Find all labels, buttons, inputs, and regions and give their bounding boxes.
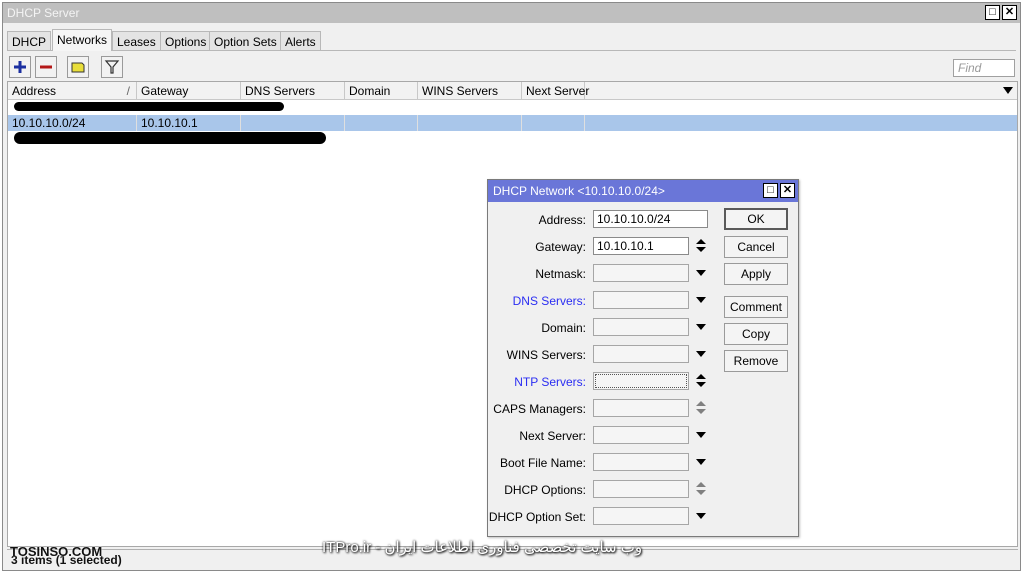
tab-options[interactable]: Options	[160, 31, 212, 51]
table-header: Address / Gateway DNS Servers Domain WINS…	[8, 82, 1017, 100]
cell-domain	[345, 115, 418, 131]
label-address: Address:	[538, 213, 586, 227]
cell-gateway: 10.10.10.1	[137, 115, 241, 131]
filter-button[interactable]	[101, 56, 123, 78]
ntp-servers-updown-icon[interactable]	[695, 374, 707, 388]
label-dhcp-option-set: DHCP Option Set:	[488, 510, 586, 524]
label-netmask: Netmask:	[535, 267, 586, 281]
label-dns-servers[interactable]: DNS Servers:	[488, 294, 586, 308]
domain-dropdown-icon[interactable]	[695, 320, 707, 334]
column-menu-icon[interactable]	[1003, 87, 1013, 95]
tab-divider	[7, 50, 1016, 51]
dns-servers-input[interactable]	[593, 291, 689, 309]
cancel-button[interactable]: Cancel	[724, 236, 788, 258]
remove-button[interactable]	[35, 56, 57, 78]
gateway-updown-icon[interactable]	[695, 239, 707, 253]
maximize-icon[interactable]: □	[763, 183, 778, 198]
table-row-selected[interactable]: 10.10.10.0/24 10.10.10.1	[8, 115, 1017, 131]
label-gateway: Gateway:	[535, 240, 586, 254]
column-wins-servers[interactable]: WINS Servers	[418, 82, 522, 100]
next-server-input[interactable]	[593, 426, 689, 444]
tab-dhcp[interactable]: DHCP	[7, 31, 52, 51]
ok-button[interactable]: OK	[724, 208, 788, 230]
cell-dns-servers	[241, 115, 345, 131]
close-icon[interactable]: ✕	[780, 183, 795, 198]
apply-button[interactable]: Apply	[724, 263, 788, 285]
redaction-mark	[14, 102, 284, 111]
column-dns-servers[interactable]: DNS Servers	[241, 82, 345, 100]
dhcp-option-set-input[interactable]	[593, 507, 689, 525]
column-address[interactable]: Address /	[8, 82, 137, 100]
tab-alerts[interactable]: Alerts	[280, 31, 321, 51]
label-boot-file-name: Boot File Name:	[499, 456, 586, 470]
table-row[interactable]	[8, 100, 1017, 116]
redaction-mark	[14, 132, 326, 144]
label-caps-managers: CAPS Managers:	[493, 402, 586, 416]
caps-managers-input[interactable]	[593, 399, 689, 417]
dhcp-options-input[interactable]	[593, 480, 689, 498]
remove-button[interactable]: Remove	[724, 350, 788, 372]
column-next-server[interactable]: Next Server	[522, 82, 589, 100]
dns-servers-dropdown-icon[interactable]	[695, 293, 707, 307]
dialog-titlebar[interactable]: DHCP Network <10.10.10.0/24> □ ✕	[488, 180, 798, 202]
note-icon	[71, 62, 85, 73]
dialog-title: DHCP Network <10.10.10.0/24>	[493, 184, 665, 198]
watermark-right: ITPro.ir - وب سایت تخصصی فناوری اطلاعات …	[322, 539, 643, 556]
tab-option-sets[interactable]: Option Sets	[209, 31, 282, 51]
label-dhcp-options: DHCP Options:	[504, 483, 586, 497]
dhcp-options-updown-icon[interactable]	[695, 482, 707, 496]
label-domain: Domain:	[541, 321, 586, 335]
column-gateway[interactable]: Gateway	[137, 82, 241, 100]
plus-icon	[14, 61, 26, 73]
ntp-servers-input[interactable]	[593, 372, 689, 390]
label-ntp-servers[interactable]: NTP Servers:	[488, 375, 586, 389]
dhcp-option-set-dropdown-icon[interactable]	[695, 509, 707, 523]
close-icon[interactable]: ✕	[1002, 5, 1017, 20]
comment-button[interactable]: Comment	[724, 296, 788, 318]
add-button[interactable]	[9, 56, 31, 78]
gateway-input[interactable]: 10.10.10.1	[593, 237, 689, 255]
copy-button[interactable]: Copy	[724, 323, 788, 345]
netmask-dropdown-icon[interactable]	[695, 266, 707, 280]
wins-servers-dropdown-icon[interactable]	[695, 347, 707, 361]
boot-file-name-input[interactable]	[593, 453, 689, 471]
maximize-icon[interactable]: □	[985, 5, 1000, 20]
window-titlebar[interactable]: DHCP Server □ ✕	[3, 3, 1020, 23]
caps-managers-updown-icon[interactable]	[695, 401, 707, 415]
label-wins-servers: WINS Servers:	[506, 348, 586, 362]
cell-wins-servers	[418, 115, 522, 131]
column-domain[interactable]: Domain	[345, 82, 418, 100]
cell-next-server	[522, 115, 585, 131]
filter-icon	[104, 60, 120, 74]
watermark-left: TOSINSO.COM	[10, 544, 103, 559]
cell-address: 10.10.10.0/24	[8, 115, 137, 131]
tab-leases[interactable]: Leases	[112, 31, 161, 51]
table-row[interactable]	[8, 131, 1017, 147]
tab-networks[interactable]: Networks	[52, 29, 113, 51]
window-title: DHCP Server	[7, 6, 80, 20]
comment-button[interactable]	[67, 56, 89, 78]
label-next-server: Next Server:	[519, 429, 586, 443]
domain-input[interactable]	[593, 318, 689, 336]
dhcp-network-dialog: DHCP Network <10.10.10.0/24> □ ✕ Address…	[487, 179, 799, 537]
minus-icon	[40, 65, 52, 69]
boot-file-name-dropdown-icon[interactable]	[695, 455, 707, 469]
wins-servers-input[interactable]	[593, 345, 689, 363]
address-input[interactable]: 10.10.10.0/24	[593, 210, 708, 228]
find-input[interactable]: Find	[953, 59, 1015, 77]
netmask-input[interactable]	[593, 264, 689, 282]
next-server-dropdown-icon[interactable]	[695, 428, 707, 442]
